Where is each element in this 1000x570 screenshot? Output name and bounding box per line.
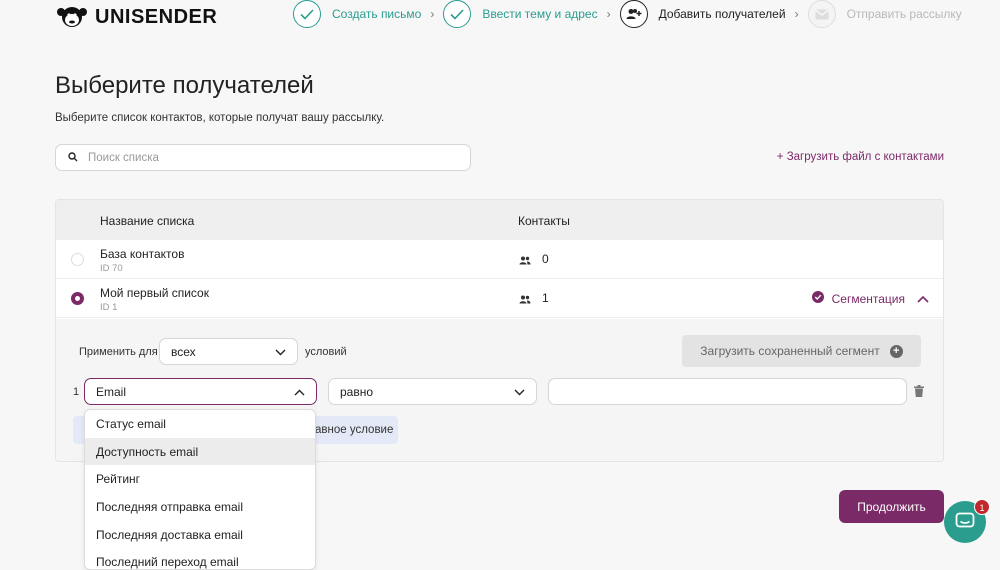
page-title: Выберите получателей bbox=[55, 72, 314, 99]
chevron-up-icon bbox=[917, 292, 929, 306]
conditions-label: условий bbox=[305, 346, 347, 358]
dropdown-option[interactable]: Рейтинг bbox=[85, 465, 315, 493]
dropdown-option[interactable]: Последняя доставка email bbox=[85, 521, 315, 549]
column-header-contacts: Контакты bbox=[518, 214, 570, 228]
table-header: Название списка Контакты bbox=[56, 200, 943, 240]
contacts-count: 0 bbox=[542, 252, 549, 266]
brand-name: UNISENDER bbox=[95, 5, 218, 28]
step-add-recipients[interactable]: Добавить получателей bbox=[619, 0, 786, 28]
table-row[interactable]: Мой первый список ID 1 1 Сегментация bbox=[56, 279, 943, 318]
dropdown-option[interactable]: Последний переход email bbox=[85, 548, 315, 569]
step-send: Отправить рассылку bbox=[807, 0, 962, 28]
check-icon bbox=[293, 0, 321, 28]
step-label: Ввести тему и адрес bbox=[482, 7, 598, 21]
list-id: ID 70 bbox=[100, 263, 123, 274]
field-dropdown-menu: Статус email Доступность email Рейтинг П… bbox=[84, 409, 316, 570]
page-subtitle: Выберите список контактов, которые получ… bbox=[55, 112, 385, 124]
chevron-up-icon bbox=[294, 385, 305, 399]
apply-select[interactable]: всех bbox=[159, 338, 298, 365]
list-name: База контактов bbox=[100, 247, 185, 261]
chevron-right-icon: › bbox=[430, 7, 435, 21]
envelope-icon bbox=[807, 0, 836, 28]
contacts-count: 1 bbox=[542, 291, 549, 305]
chat-badge: 1 bbox=[974, 499, 990, 515]
segmentation-toggle[interactable]: Сегментация bbox=[811, 291, 929, 306]
check-circle-icon bbox=[811, 291, 824, 306]
dropdown-option[interactable]: Статус email bbox=[85, 410, 315, 438]
dropdown-option[interactable]: Последняя отправка email bbox=[85, 493, 315, 521]
load-saved-segment-button[interactable]: Загрузить сохраненный сегмент + bbox=[682, 335, 921, 367]
search-icon bbox=[68, 150, 78, 165]
users-icon bbox=[519, 292, 531, 307]
step-label: Создать письмо bbox=[332, 7, 422, 21]
dropdown-option[interactable]: Доступность email bbox=[85, 437, 315, 466]
chevron-right-icon: › bbox=[794, 7, 799, 21]
chevron-down-icon bbox=[275, 345, 286, 359]
users-icon bbox=[519, 253, 531, 268]
segmentation-label: Сегментация bbox=[831, 291, 905, 306]
load-segment-label: Загрузить сохраненный сегмент bbox=[700, 344, 880, 358]
apply-select-value: всех bbox=[171, 344, 196, 359]
add-condition-label: авное условие bbox=[315, 424, 394, 436]
check-icon bbox=[443, 0, 472, 28]
chat-icon bbox=[955, 512, 975, 533]
step-create-email[interactable]: Создать письмо bbox=[293, 0, 421, 28]
condition-value-input[interactable] bbox=[548, 378, 907, 405]
upload-contacts-link[interactable]: + Загрузить файл с контактами bbox=[777, 151, 944, 163]
list-radio[interactable] bbox=[71, 253, 84, 266]
apply-label: Применить для bbox=[79, 346, 158, 358]
condition-index: 1 bbox=[73, 386, 80, 398]
list-id: ID 1 bbox=[100, 302, 118, 313]
chevron-down-icon bbox=[514, 385, 525, 399]
wizard-steps: Создать письмо › Ввести тему и адрес › Д… bbox=[293, 0, 962, 28]
step-subject-address[interactable]: Ввести тему и адрес bbox=[443, 0, 598, 28]
search-input[interactable] bbox=[88, 151, 448, 164]
trash-icon[interactable] bbox=[914, 385, 924, 400]
logo[interactable]: UNISENDER bbox=[55, 3, 217, 31]
condition-field-value: Email bbox=[96, 384, 127, 399]
add-users-icon bbox=[619, 0, 648, 28]
condition-operator-select[interactable]: равно bbox=[328, 378, 537, 405]
list-radio[interactable] bbox=[71, 292, 84, 305]
condition-operator-value: равно bbox=[340, 384, 374, 399]
column-header-name: Название списка bbox=[100, 214, 195, 228]
search-box[interactable] bbox=[55, 144, 471, 171]
monkey-logo-icon bbox=[55, 3, 89, 31]
plus-circle-icon: + bbox=[889, 344, 903, 358]
step-label: Добавить получателей bbox=[658, 7, 786, 21]
list-name: Мой первый список bbox=[100, 286, 209, 300]
chevron-right-icon: › bbox=[606, 7, 611, 21]
condition-field-select[interactable]: Email bbox=[84, 378, 317, 405]
continue-button[interactable]: Продолжить bbox=[839, 490, 944, 523]
table-row[interactable]: База контактов ID 70 0 bbox=[56, 240, 943, 279]
step-label: Отправить рассылку bbox=[846, 7, 962, 21]
